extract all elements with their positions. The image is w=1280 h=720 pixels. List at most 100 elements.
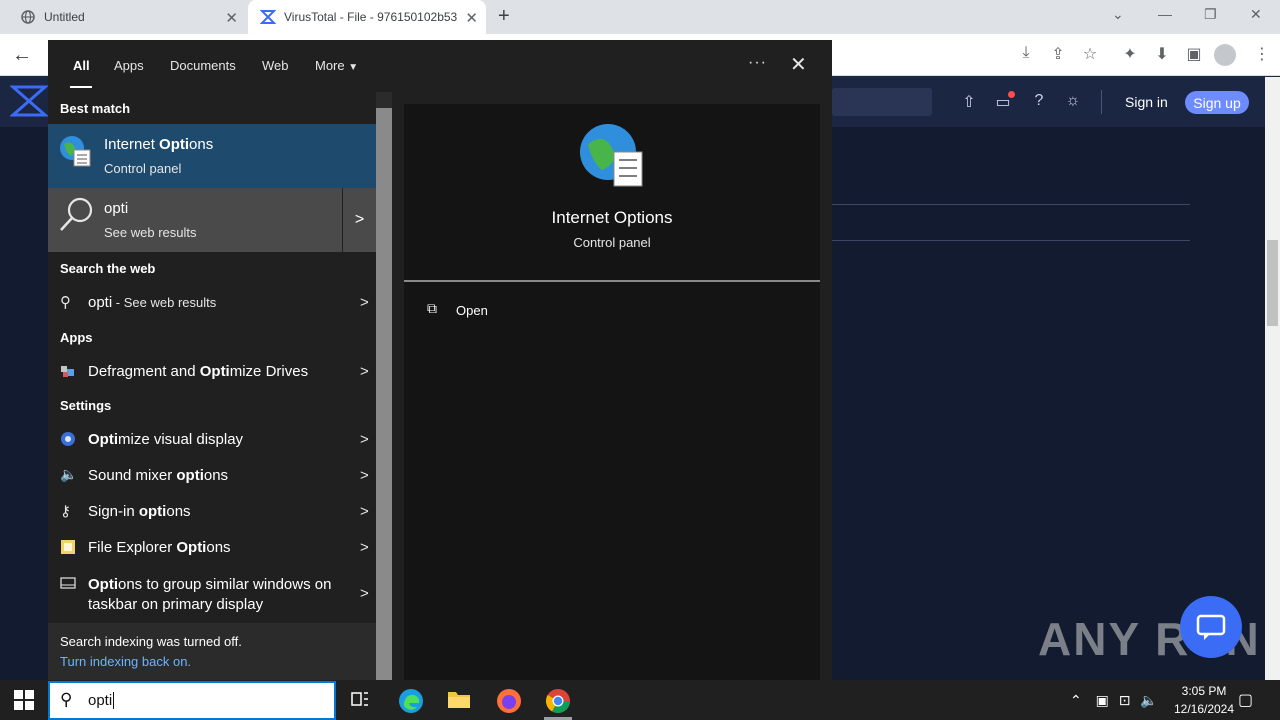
settings-item-label: Sign-in options [88,503,191,520]
virustotal-logo[interactable] [9,84,49,123]
title-match: Opti [159,136,190,153]
window-close-button[interactable]: ✕ [1250,6,1262,23]
settings-item-label: Sound mixer options [88,467,228,484]
chevron-right-icon[interactable]: > [360,539,369,556]
key-icon: ⚷ [60,503,71,520]
chevron-right-icon[interactable]: > [360,431,369,448]
title-part: ons [189,136,214,153]
chevron-right-icon[interactable]: > [360,585,369,602]
chevron-right-icon[interactable]: > [343,188,376,252]
tab-virustotal[interactable]: VirusTotal - File - 976150102b53 ✕ [248,0,486,34]
chevron-down-icon[interactable]: ⌄ [1112,6,1124,23]
web-result-subtitle: See web results [104,225,197,240]
turn-indexing-on-link[interactable]: Turn indexing back on. [60,654,191,669]
label-match: Opti [176,539,207,556]
best-match-subtitle: Control panel [104,161,182,176]
settings-item-label: Options to group similar windows on taskb… [88,575,348,615]
label-part: ons [206,539,231,556]
theme-icon[interactable]: ☼ [1062,92,1084,112]
restore-button[interactable]: ❐ [1204,6,1217,23]
search-icon [58,196,94,241]
sidepanel-icon[interactable]: ▣ [1184,44,1204,64]
windows-start-icon[interactable] [14,690,34,715]
downloads-icon[interactable]: ⬇ [1152,44,1172,64]
system-tray[interactable]: ⌃ ▣ ⊡ 🔈 [1070,692,1158,709]
filter-apps[interactable]: Apps [114,58,144,73]
help-icon[interactable]: ? [1028,92,1050,112]
search-term: opti [88,294,113,311]
label-match: Opti [88,431,118,448]
chat-support-button[interactable] [1180,596,1242,658]
chevron-right-icon[interactable]: > [360,467,369,484]
web-result-title: opti [104,200,129,217]
star-icon[interactable]: ☆ [1080,44,1100,64]
extensions-icon[interactable]: ✦ [1120,44,1140,64]
speaker-icon: 🔈 [60,466,78,482]
minimize-button[interactable]: — [1158,6,1172,22]
open-icon: ⧉ [427,300,437,316]
close-icon[interactable]: ✕ [225,9,238,27]
sign-up-button[interactable]: Sign up [1185,91,1249,114]
index-notice-text: Search indexing was turned off. [60,634,242,649]
download-to-device-icon[interactable]: ⤓ [1016,44,1036,64]
kebab-menu-icon[interactable]: ⋮ [1252,44,1272,64]
app-item-label: Defragment and Optimize Drives [88,363,308,380]
notification-icon[interactable]: ▢ [1238,690,1253,710]
search-icon: ⚲ [60,690,73,709]
chrome-icon[interactable] [545,688,570,714]
clock-date[interactable]: 12/16/2024 [1166,702,1242,716]
active-filter-underline [70,86,92,88]
profile-avatar[interactable] [1214,44,1236,66]
close-icon[interactable]: ✕ [465,9,478,27]
more-options-icon[interactable]: ··· [748,54,767,72]
volume-icon[interactable]: 🔈 [1140,692,1157,708]
network-icon[interactable]: ⊡ [1119,692,1131,708]
clock-time[interactable]: 3:05 PM [1166,684,1242,698]
divider [404,280,820,282]
divider [832,204,1190,205]
label-part: ons to group similar windows on [118,576,332,593]
sign-in-link[interactable]: Sign in [1125,94,1168,110]
firefox-icon[interactable] [496,688,521,713]
new-tab-button[interactable]: + [498,5,510,28]
tab-untitled[interactable]: Untitled ✕ [8,0,246,34]
label-part: Sound mixer [88,467,177,484]
share-icon[interactable]: ⇪ [1048,44,1068,64]
scrollbar-thumb[interactable] [1267,240,1278,326]
tab-title: VirusTotal - File - 976150102b53 [284,10,458,24]
chevron-right-icon[interactable]: > [360,503,369,520]
chevron-right-icon[interactable]: > [360,294,369,311]
search-web-text: opti - See web results [88,294,216,311]
title-part: Internet [104,136,160,153]
results-scrollbar-thumb[interactable] [376,108,392,680]
page-scrollbar[interactable] [1265,77,1280,680]
edge-icon[interactable] [398,688,423,713]
search-icon: ⚲ [60,294,71,311]
file-explorer-options-icon [60,539,78,557]
settings-item-label: File Explorer Options [88,539,231,556]
label-part: Defragment and [88,363,200,380]
task-view-icon[interactable] [349,688,373,712]
visual-display-icon [60,431,78,449]
section-apps: Apps [60,330,93,345]
filter-web[interactable]: Web [262,58,289,73]
chevron-right-icon[interactable]: > [360,363,369,380]
preview-title: Internet Options [551,208,673,227]
open-action[interactable]: Open [456,303,488,318]
label-part: taskbar on primary display [88,596,264,613]
filter-documents[interactable]: Documents [170,58,236,73]
label-match: opti [138,503,167,520]
device-icon[interactable]: ▣ [1096,692,1109,708]
filter-all[interactable]: All [73,58,90,73]
filter-more[interactable]: More ▼ [315,58,358,73]
internet-options-icon [578,122,646,195]
back-arrow-icon[interactable]: ← [12,44,32,67]
filter-more-label: More [315,58,345,73]
upload-icon[interactable]: ⇧ [958,92,980,112]
close-icon[interactable]: ✕ [790,52,807,77]
best-match-item[interactable] [48,124,376,188]
vt-search-input[interactable] [832,88,932,116]
chevron-up-icon[interactable]: ⌃ [1070,692,1082,708]
file-explorer-icon[interactable] [447,688,471,712]
preview-subtitle: Control panel [573,235,651,250]
